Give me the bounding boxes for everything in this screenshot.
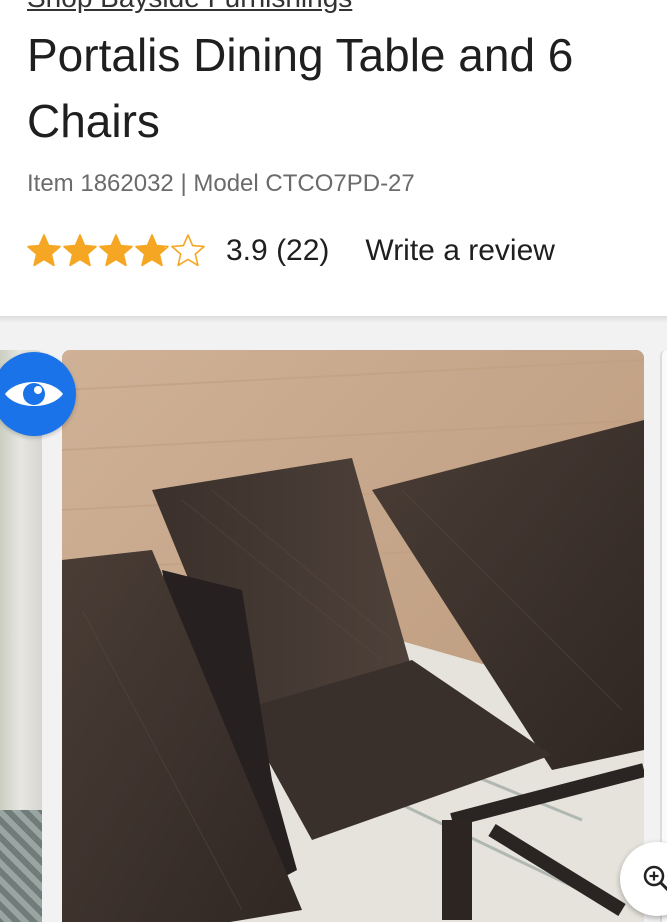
star-rating[interactable]	[26, 233, 206, 269]
image-gallery	[0, 322, 667, 922]
write-review-link[interactable]: Write a review	[365, 234, 555, 268]
table-photo	[62, 350, 644, 922]
zoom-in-icon	[643, 865, 667, 892]
rating-summary: 3.9 (22)	[226, 234, 329, 268]
eye-icon	[5, 382, 63, 406]
star-icon	[27, 234, 61, 267]
next-image-thumbnail[interactable]	[660, 350, 667, 922]
item-model-number: Item 1862032 | Model CTCO7PD-27	[27, 170, 415, 197]
product-main-image[interactable]	[62, 350, 644, 922]
star-icon	[135, 234, 169, 267]
star-icon	[63, 234, 97, 267]
star-icon	[171, 234, 205, 267]
rating-row: 3.9 (22) Write a review	[26, 228, 555, 274]
product-title: Portalis Dining Table and 6 Chairs	[27, 29, 574, 147]
brand-link[interactable]: Shop Bayside Furnishings	[27, 0, 352, 14]
product-header: Shop Bayside Furnishings Portalis Dining…	[0, 0, 667, 316]
star-icon	[99, 234, 133, 267]
rating-value: 3.9	[226, 234, 268, 267]
rating-count: (22)	[276, 234, 330, 267]
